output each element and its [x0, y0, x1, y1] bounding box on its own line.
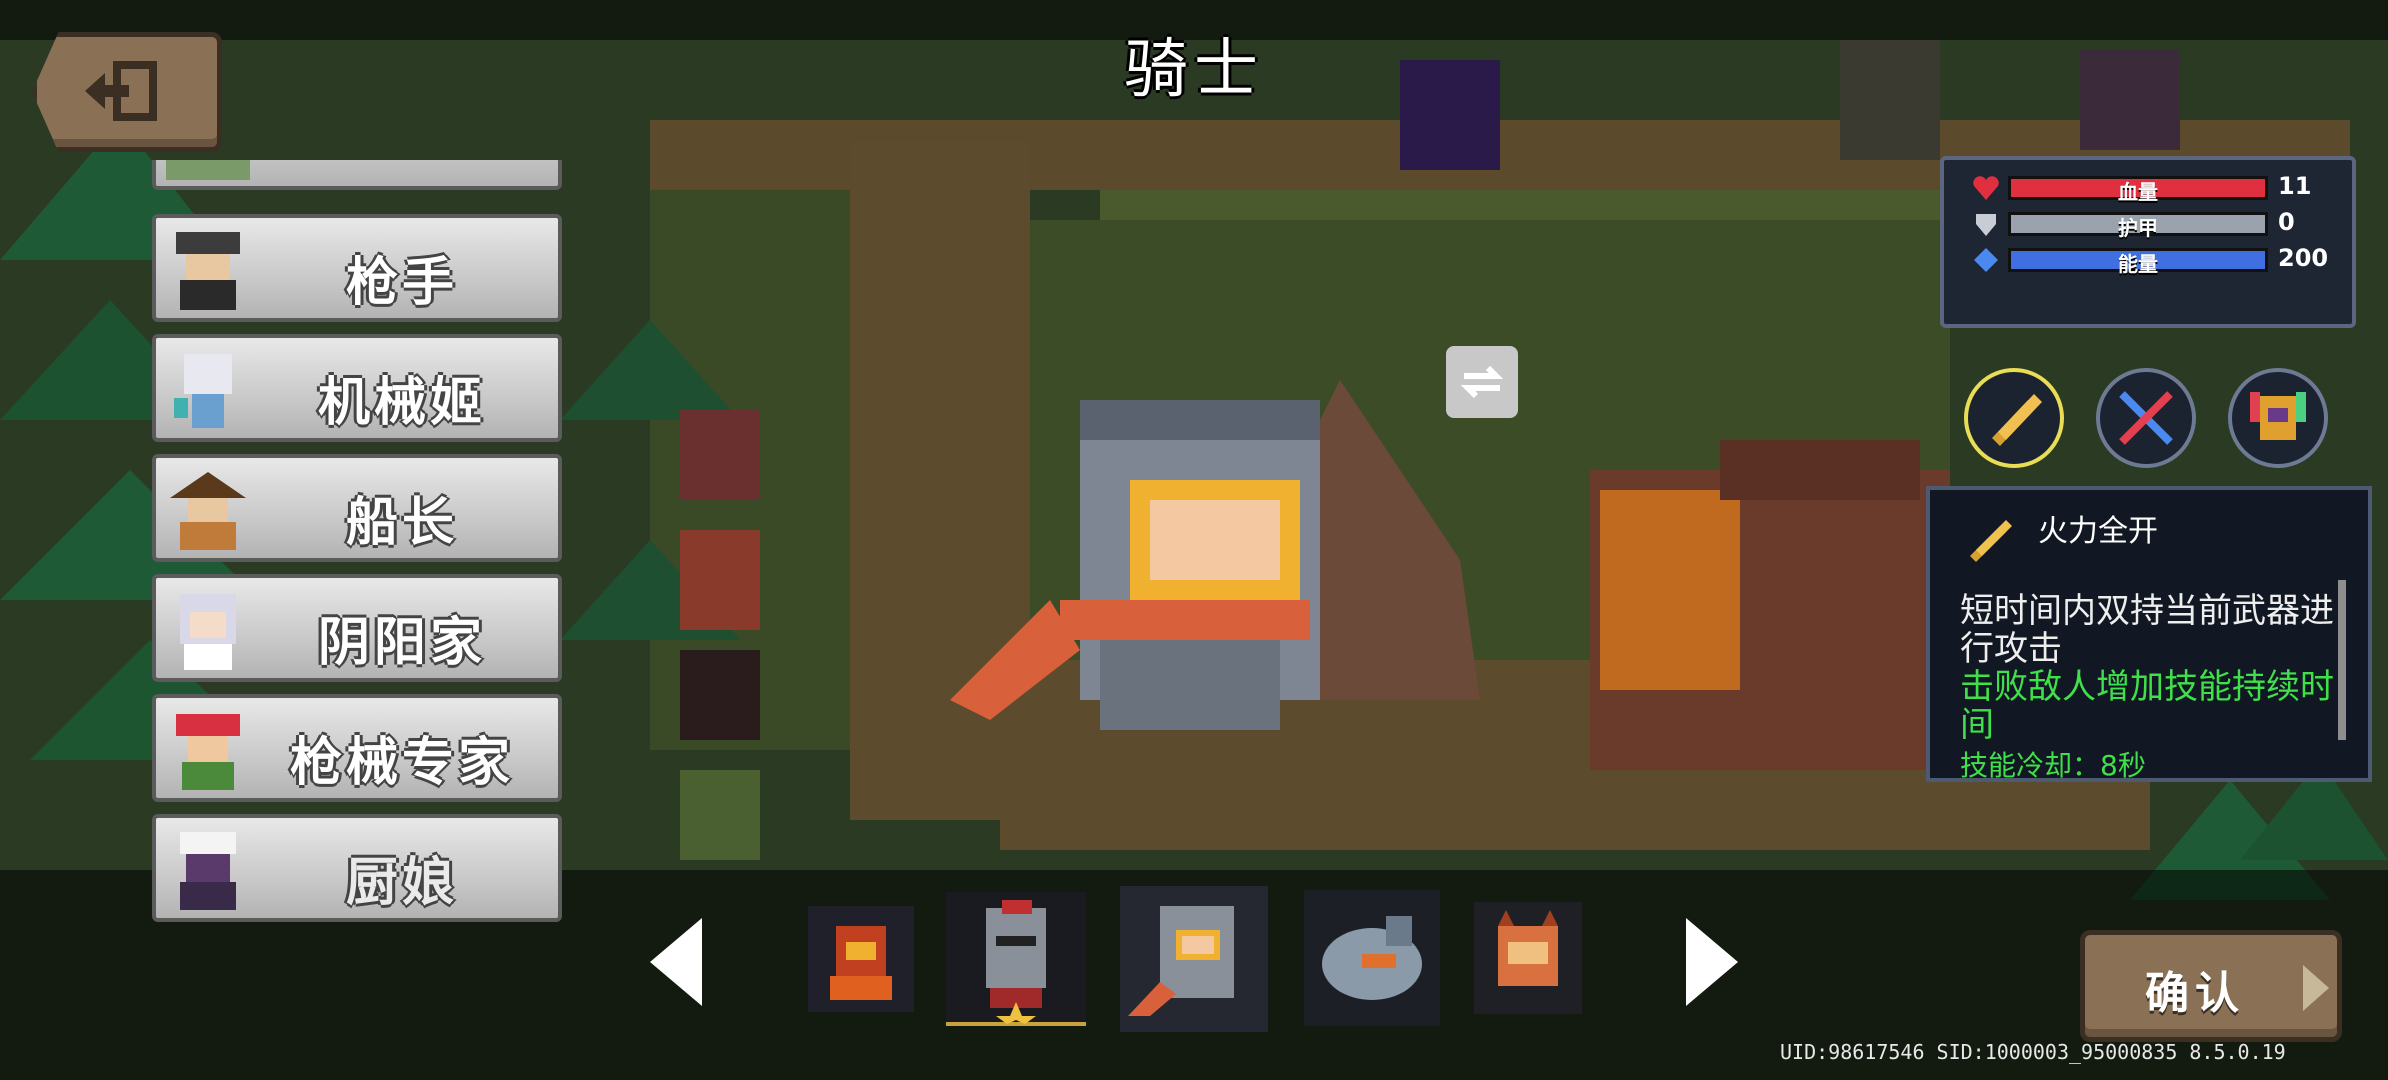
armor-label: 护甲 [2118, 216, 2158, 240]
shield-icon [1976, 214, 1996, 236]
page-title: 骑士 [1124, 33, 1264, 107]
arrow-right-icon [1686, 918, 1738, 1006]
confirm-label: 确认 [2145, 968, 2245, 1019]
stat-energy: 能量 200 [1972, 244, 2342, 276]
character-name: 枪手 [345, 253, 458, 313]
character-item-gunner[interactable]: 枪手 [152, 214, 562, 322]
arrow-left-icon [650, 918, 702, 1006]
character-item-mech-girl[interactable]: 机械姬 [152, 334, 562, 442]
mech-girl-portrait-icon [174, 354, 232, 428]
dual-guns-skill-icon [1970, 520, 2012, 562]
skin-option[interactable] [1304, 890, 1440, 1026]
gunner-portrait-icon [176, 232, 240, 310]
character-name: 船长 [345, 493, 458, 553]
hp-value: 11 [2278, 172, 2312, 200]
character-item-partial[interactable] [152, 160, 562, 190]
stat-hp: 血量 11 [1972, 172, 2342, 204]
crossed-swords-skill-icon [2119, 391, 2173, 445]
character-name: 机械姬 [317, 373, 486, 433]
confirm-button[interactable]: 确认 [2080, 930, 2342, 1042]
character-item-yinyang[interactable]: 阴阳家 [152, 574, 562, 682]
character-name: 枪械专家 [289, 733, 514, 793]
skin-option[interactable] [1474, 902, 1582, 1014]
skill-cooldown: 技能冷却：8秒 [1960, 749, 2146, 782]
character-name: 厨娘 [345, 853, 458, 913]
prev-skin-button[interactable] [646, 914, 706, 1010]
skill-bonus: 击败敌人增加技能持续时间 [1960, 667, 2334, 745]
character-portrait-icon [166, 160, 250, 180]
chevron-right-icon [2303, 965, 2329, 1011]
heart-icon [1973, 176, 1999, 200]
character-item-captain[interactable]: 船长 [152, 454, 562, 562]
swap-skin-button[interactable] [1446, 346, 1518, 418]
skin-option[interactable] [808, 906, 914, 1012]
hp-label: 血量 [2118, 180, 2158, 204]
character-name: 阴阳家 [317, 613, 486, 673]
orange-scarf-knight-skin-icon [1128, 906, 1234, 1016]
cat-knight-skin-icon [1498, 910, 1558, 986]
energy-value: 200 [2278, 244, 2329, 272]
skill-dual-guns-button[interactable] [1964, 368, 2064, 468]
character-item-weapon-expert[interactable]: 枪械专家 [152, 694, 562, 802]
uid-info: UID:98617546 SID:1000003_95000835 8.5.0.… [1780, 1040, 2286, 1064]
weapon-expert-portrait-icon [176, 714, 240, 790]
yinyang-portrait-icon [180, 594, 236, 670]
bird-knight-skin-icon [1322, 916, 1422, 1000]
energy-label: 能量 [2118, 252, 2158, 276]
chef-portrait-icon [180, 832, 236, 910]
energy-bar: 能量 [2008, 248, 2268, 276]
skill-description-panel: 火力全开 短时间内双持当前武器进行攻击 击败敌人增加技能持续时间 技能冷却：8秒 [1926, 486, 2372, 782]
stat-armor: 护甲 0 [1972, 208, 2342, 240]
captain-portrait-icon [170, 472, 246, 550]
next-skin-button[interactable] [1682, 914, 1742, 1010]
swap-icon [1460, 365, 1504, 399]
stats-panel: 血量 11 护甲 0 能量 200 [1940, 156, 2356, 328]
character-list[interactable]: 枪手 机械姬 船长 阴阳家 枪械专家 厨娘 [152, 160, 570, 930]
character-item-chef[interactable]: 厨娘 [152, 814, 562, 922]
skill-rainbow-helmet-button[interactable] [2228, 368, 2328, 468]
skill-crossed-swords-button[interactable] [2096, 368, 2196, 468]
classic-knight-skin-icon [986, 900, 1046, 1026]
skill-name: 火力全开 [2038, 514, 2158, 549]
dual-guns-skill-icon [1992, 394, 2042, 446]
skill-description: 短时间内双持当前武器进行攻击 [1960, 591, 2334, 669]
energy-gem-icon [1974, 248, 1998, 272]
rainbow-helmet-skill-icon [2250, 392, 2306, 440]
skin-option-owned[interactable] [946, 892, 1086, 1026]
skin-option-selected[interactable] [1120, 886, 1268, 1032]
demon-knight-skin-icon [830, 926, 892, 1000]
scrollbar[interactable] [2338, 580, 2346, 740]
armor-value: 0 [2278, 208, 2295, 236]
armor-bar: 护甲 [2008, 212, 2268, 240]
hp-bar: 血量 [2008, 176, 2268, 204]
